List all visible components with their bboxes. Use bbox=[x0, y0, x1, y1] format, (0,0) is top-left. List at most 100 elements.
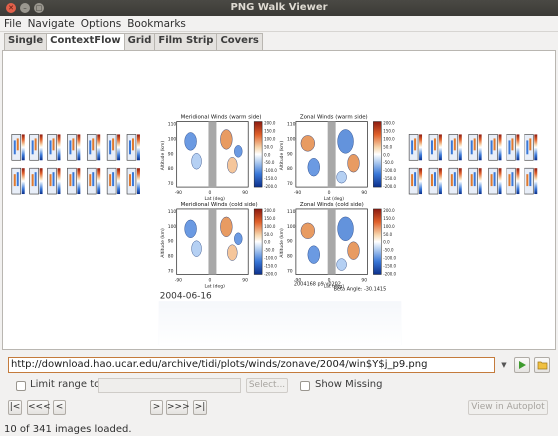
thumbnail-left[interactable] bbox=[104, 129, 126, 201]
colorbar-tick-label: -100.0 bbox=[383, 168, 396, 173]
y-tick-label: 90 bbox=[287, 239, 293, 245]
next-page-button[interactable]: >>> bbox=[166, 400, 190, 415]
menu-options[interactable]: Options bbox=[81, 18, 122, 30]
colorbar-tick-label: -150.0 bbox=[264, 264, 277, 269]
y-tick-label: 90 bbox=[168, 151, 174, 157]
y-tick-label: 70 bbox=[168, 181, 174, 187]
thumbnail-right[interactable] bbox=[406, 129, 428, 201]
colorbar-tick-label: 100.0 bbox=[264, 224, 276, 229]
y-tick-label: 70 bbox=[168, 269, 174, 275]
y-tick-label: 80 bbox=[168, 166, 174, 172]
colorbar-tick-label: -50.0 bbox=[264, 248, 275, 253]
menu-file[interactable]: File bbox=[4, 18, 22, 30]
tab-contextflow[interactable]: ContextFlow bbox=[46, 33, 125, 51]
tab-film-strip[interactable]: Film Strip bbox=[154, 33, 218, 50]
thumbnail-right[interactable] bbox=[503, 129, 525, 201]
colorbar-tick-label: -200.0 bbox=[264, 184, 277, 189]
colorbar-tick-label: 100.0 bbox=[383, 136, 395, 141]
last-button[interactable]: >| bbox=[193, 400, 207, 415]
tab-single[interactable]: Single bbox=[4, 33, 48, 50]
contextflow-canvas[interactable]: Meridional Winds (warm side) 110 100 90 80 70… bbox=[3, 51, 555, 349]
previous-page-button[interactable]: <<< bbox=[27, 400, 51, 415]
view-in-autoplot-button[interactable]: View in Autoplot bbox=[468, 400, 548, 415]
y-tick-label: 90 bbox=[287, 151, 293, 157]
tab-covers[interactable]: Covers bbox=[216, 33, 263, 50]
contour-region bbox=[234, 232, 243, 245]
contour-region bbox=[307, 158, 320, 177]
thumbnail-left[interactable] bbox=[9, 129, 31, 201]
tab-grid[interactable]: Grid bbox=[123, 33, 156, 50]
menu-bookmarks[interactable]: Bookmarks bbox=[127, 18, 186, 30]
thumbnail-right[interactable] bbox=[446, 129, 468, 201]
colorbar-tick-label: 150.0 bbox=[383, 216, 395, 221]
contour-region bbox=[337, 216, 354, 241]
thumbnail-left[interactable] bbox=[84, 129, 106, 201]
chevron-down-icon[interactable]: ▼ bbox=[498, 357, 510, 373]
colorbar-tick-label: 150.0 bbox=[264, 128, 276, 133]
left-thumbnail-stack[interactable] bbox=[9, 129, 146, 201]
title-bar: ✕ – □ PNG Walk Viewer bbox=[0, 0, 558, 16]
menu-navigate[interactable]: Navigate bbox=[28, 18, 75, 30]
contour-region bbox=[336, 258, 347, 271]
colorbar-tick-label: -150.0 bbox=[264, 176, 277, 181]
next-button[interactable]: > bbox=[150, 400, 163, 415]
y-tick-label: 100 bbox=[168, 136, 177, 142]
x-tick-label: -90 bbox=[175, 190, 182, 196]
show-missing-label: Show Missing bbox=[315, 379, 383, 390]
image-date-caption: 2004-06-16 bbox=[160, 291, 212, 301]
colorbar-tick-label: -200.0 bbox=[383, 184, 396, 189]
show-missing-checkbox[interactable] bbox=[300, 381, 310, 391]
select-button[interactable]: Select... bbox=[246, 378, 288, 393]
contour-region bbox=[336, 170, 347, 184]
colorbar-tick-label: 100.0 bbox=[264, 136, 276, 141]
contour-region bbox=[191, 240, 202, 257]
right-thumbnail-stack[interactable] bbox=[406, 129, 543, 201]
navigation-row: |< <<< < > >>> >| View in Autoplot bbox=[8, 400, 552, 415]
contextflow-pane[interactable]: Meridional Winds (warm side) 110 100 90 80 70… bbox=[2, 50, 556, 350]
thumbnail-right[interactable] bbox=[521, 129, 543, 201]
folder-icon bbox=[537, 361, 547, 370]
thumbnail-right[interactable] bbox=[486, 129, 507, 201]
x-axis-label: Lat (deg) bbox=[205, 283, 226, 289]
y-tick-label: 110 bbox=[287, 122, 296, 128]
url-input[interactable]: http://download.hao.ucar.edu/archive/tid… bbox=[8, 357, 495, 373]
contour-region bbox=[300, 135, 315, 152]
image-footer-right: Beta Angle: -30.1415 bbox=[334, 286, 387, 292]
contour-region bbox=[300, 222, 315, 239]
contour-region bbox=[220, 216, 233, 237]
center-image[interactable]: Meridional Winds (warm side) 110 100 90 80 70… bbox=[158, 110, 402, 293]
y-tick-label: 90 bbox=[168, 239, 174, 245]
x-tick-label: -90 bbox=[294, 190, 301, 196]
thumbnail-right[interactable] bbox=[426, 129, 448, 201]
colorbar bbox=[373, 121, 382, 188]
y-tick-label: 100 bbox=[287, 224, 296, 230]
colorbar-tick-label: 150.0 bbox=[264, 216, 276, 221]
colorbar-tick-label: -50.0 bbox=[383, 160, 394, 165]
colorbar bbox=[253, 208, 263, 275]
thumbnail-left[interactable] bbox=[64, 129, 86, 201]
colorbar-tick-label: -50.0 bbox=[383, 248, 394, 253]
thumbnail-left[interactable] bbox=[45, 129, 66, 201]
colorbar-tick-label: -150.0 bbox=[383, 176, 396, 181]
x-tick-label: -90 bbox=[175, 277, 182, 283]
colorbar-tick-label: 0.0 bbox=[264, 152, 271, 157]
contour-region bbox=[184, 132, 197, 151]
previous-button[interactable]: < bbox=[53, 400, 66, 415]
panel-title: Zonal Winds (cold side) bbox=[300, 202, 364, 208]
range-field bbox=[98, 378, 241, 393]
y-tick-label: 110 bbox=[287, 209, 296, 215]
contour-region bbox=[234, 145, 243, 158]
y-tick-label: 100 bbox=[287, 136, 296, 142]
colorbar-tick-label: 50.0 bbox=[264, 144, 273, 149]
colorbar bbox=[373, 208, 382, 275]
thumbnail-right[interactable] bbox=[466, 129, 488, 201]
open-folder-button[interactable] bbox=[534, 357, 550, 373]
thumbnail-left[interactable] bbox=[27, 129, 49, 201]
first-button[interactable]: |< bbox=[8, 400, 22, 415]
colorbar-tick-label: 100.0 bbox=[383, 224, 395, 229]
play-button[interactable] bbox=[514, 357, 530, 373]
limit-range-checkbox[interactable] bbox=[16, 381, 26, 391]
panel-title: Meridional Winds (warm side) bbox=[181, 115, 262, 121]
x-tick-label: 0 bbox=[208, 277, 211, 283]
thumbnail-left[interactable] bbox=[124, 129, 146, 201]
